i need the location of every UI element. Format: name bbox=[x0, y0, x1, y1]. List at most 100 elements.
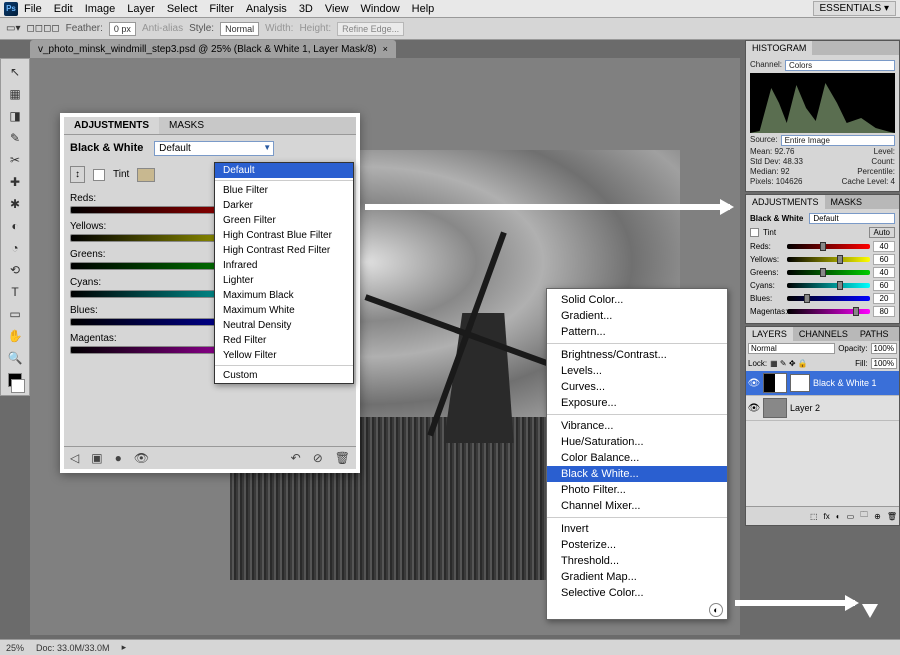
blend-mode-select[interactable]: Normal bbox=[748, 343, 835, 354]
wand-tool-icon[interactable]: ✎ bbox=[4, 128, 26, 148]
mini-slider[interactable] bbox=[787, 244, 870, 249]
fx-icon[interactable]: fx bbox=[824, 512, 830, 521]
opacity-input[interactable]: 100% bbox=[871, 343, 897, 354]
brush-tool-icon[interactable]: ◐ bbox=[4, 216, 26, 236]
antialias-checkbox[interactable]: Anti-alias bbox=[142, 23, 183, 34]
mini-preset-select[interactable]: Default bbox=[809, 213, 895, 224]
marquee-tool-icon[interactable]: ▦ bbox=[4, 84, 26, 104]
type-tool-icon[interactable]: T bbox=[4, 282, 26, 302]
document-tab[interactable]: v_photo_minsk_windmill_step3.psd @ 25% (… bbox=[30, 40, 396, 58]
menu-item-vibrance[interactable]: Vibrance... bbox=[547, 418, 727, 434]
visibility-icon[interactable]: 👁 bbox=[748, 402, 760, 414]
menu-item-black-white[interactable]: Black & White... bbox=[547, 466, 727, 482]
preset-item[interactable]: Darker bbox=[215, 198, 353, 213]
preset-item[interactable]: Maximum Black bbox=[215, 288, 353, 303]
tab-adjustments[interactable]: ADJUSTMENTS bbox=[746, 195, 825, 209]
hand-tool-icon[interactable]: ✋ bbox=[4, 326, 26, 346]
menu-item-threshold[interactable]: Threshold... bbox=[547, 553, 727, 569]
zoom-level[interactable]: 25% bbox=[6, 643, 24, 653]
menu-item-channel-mixer[interactable]: Channel Mixer... bbox=[547, 498, 727, 514]
adjustment-layer-icon[interactable]: ◐ bbox=[709, 603, 723, 617]
channel-select[interactable]: Colors bbox=[785, 60, 895, 71]
tab-histogram[interactable]: HISTOGRAM bbox=[746, 41, 812, 55]
close-tab-icon[interactable]: × bbox=[383, 44, 388, 54]
preset-item[interactable]: High Contrast Blue Filter bbox=[215, 228, 353, 243]
lock-icons[interactable]: ▦ ✎ ✥ 🔒 bbox=[770, 359, 808, 368]
tab-masks[interactable]: MASKS bbox=[159, 117, 214, 134]
tab-channels[interactable]: CHANNELS bbox=[793, 327, 854, 341]
menu-item-invert[interactable]: Invert bbox=[547, 521, 727, 537]
mini-slider[interactable] bbox=[787, 283, 870, 288]
menu-layer[interactable]: Layer bbox=[127, 3, 155, 15]
tab-paths[interactable]: PATHS bbox=[854, 327, 895, 341]
preset-select[interactable]: Default bbox=[154, 141, 274, 156]
preset-item[interactable]: Blue Filter bbox=[215, 183, 353, 198]
menu-item-exposure[interactable]: Exposure... bbox=[547, 395, 727, 411]
menu-item-selective-color[interactable]: Selective Color... bbox=[547, 585, 727, 601]
refine-edge-button[interactable]: Refine Edge... bbox=[337, 22, 404, 36]
preset-item[interactable]: Yellow Filter bbox=[215, 348, 353, 363]
menu-item-levels[interactable]: Levels... bbox=[547, 363, 727, 379]
mini-slider[interactable] bbox=[787, 257, 870, 262]
tint-checkbox[interactable] bbox=[93, 169, 105, 181]
style-select[interactable]: Normal bbox=[220, 22, 259, 36]
menu-item-hue[interactable]: Hue/Saturation... bbox=[547, 434, 727, 450]
eyedropper-tool-icon[interactable]: ✚ bbox=[4, 172, 26, 192]
menu-item-pattern[interactable]: Pattern... bbox=[547, 324, 727, 340]
preset-item-default[interactable]: Default bbox=[215, 163, 353, 178]
mini-tint-checkbox[interactable] bbox=[750, 228, 759, 237]
menu-item-solid-color[interactable]: Solid Color... bbox=[547, 292, 727, 308]
menu-filter[interactable]: Filter bbox=[209, 3, 233, 15]
menu-item-posterize[interactable]: Posterize... bbox=[547, 537, 727, 553]
layer-mask[interactable] bbox=[790, 374, 810, 392]
layer-row[interactable]: 👁Layer 2 bbox=[746, 396, 899, 421]
expand-icon[interactable]: ▣ bbox=[91, 451, 102, 465]
stamp-tool-icon[interactable]: ◔ bbox=[4, 238, 26, 258]
link-icon[interactable]: ⬚ bbox=[810, 512, 818, 521]
mini-slider[interactable] bbox=[787, 270, 870, 275]
menu-item-photo-filter[interactable]: Photo Filter... bbox=[547, 482, 727, 498]
new-layer-icon[interactable]: ⊕ bbox=[874, 512, 881, 521]
mini-auto-button[interactable]: Auto bbox=[869, 227, 895, 238]
preset-item[interactable]: Infrared bbox=[215, 258, 353, 273]
source-select[interactable]: Entire Image bbox=[781, 135, 895, 146]
preset-item[interactable]: Red Filter bbox=[215, 333, 353, 348]
feather-input[interactable]: 0 px bbox=[109, 22, 136, 36]
lasso-tool-icon[interactable]: ◨ bbox=[4, 106, 26, 126]
menu-edit[interactable]: Edit bbox=[54, 3, 73, 15]
tint-swatch[interactable] bbox=[137, 168, 155, 182]
mini-slider[interactable] bbox=[787, 309, 870, 314]
shape-tool-icon[interactable]: ▭ bbox=[4, 304, 26, 324]
preset-item[interactable]: High Contrast Red Filter bbox=[215, 243, 353, 258]
preset-item[interactable]: Maximum White bbox=[215, 303, 353, 318]
preset-item-custom[interactable]: Custom bbox=[215, 368, 353, 383]
back-icon[interactable]: ◁ bbox=[70, 451, 79, 465]
previous-state-icon[interactable]: ↶ bbox=[291, 451, 301, 465]
menu-item-curves[interactable]: Curves... bbox=[547, 379, 727, 395]
clip-icon[interactable]: ● bbox=[115, 451, 122, 465]
crop-tool-icon[interactable]: ✂ bbox=[4, 150, 26, 170]
history-brush-icon[interactable]: ⟲ bbox=[4, 260, 26, 280]
marquee-mode-icon[interactable]: ◻◻◻◻ bbox=[26, 23, 59, 34]
menu-view[interactable]: View bbox=[325, 3, 349, 15]
preset-item[interactable]: Lighter bbox=[215, 273, 353, 288]
preset-item[interactable]: Green Filter bbox=[215, 213, 353, 228]
menu-window[interactable]: Window bbox=[361, 3, 400, 15]
menu-help[interactable]: Help bbox=[412, 3, 435, 15]
chevron-right-icon[interactable]: ▸ bbox=[122, 642, 127, 653]
background-swatch[interactable] bbox=[11, 379, 25, 393]
fill-input[interactable]: 100% bbox=[871, 358, 897, 369]
hand-tool-icon[interactable]: ↕ bbox=[70, 166, 85, 183]
menu-select[interactable]: Select bbox=[167, 3, 198, 15]
visibility-icon[interactable]: 👁 bbox=[748, 377, 760, 389]
trash-icon[interactable]: 🗑 bbox=[335, 451, 350, 465]
menu-item-color-balance[interactable]: Color Balance... bbox=[547, 450, 727, 466]
menu-file[interactable]: File bbox=[24, 3, 42, 15]
visibility-icon[interactable]: 👁 bbox=[134, 451, 149, 465]
menu-item-brightness[interactable]: Brightness/Contrast... bbox=[547, 347, 727, 363]
heal-tool-icon[interactable]: ✱ bbox=[4, 194, 26, 214]
menu-image[interactable]: Image bbox=[85, 3, 116, 15]
menu-item-gradient-map[interactable]: Gradient Map... bbox=[547, 569, 727, 585]
zoom-tool-icon[interactable]: 🔍 bbox=[4, 348, 26, 368]
tab-masks[interactable]: MASKS bbox=[825, 195, 869, 209]
